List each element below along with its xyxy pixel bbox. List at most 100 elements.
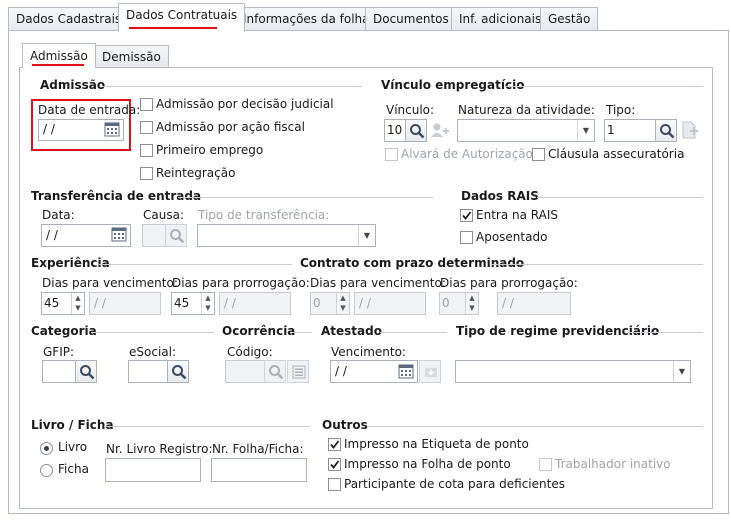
- cota-deficientes-checkbox[interactable]: [328, 478, 341, 491]
- add-document-icon[interactable]: [681, 121, 699, 142]
- search-icon: [269, 365, 284, 380]
- subtab-label: Demissão: [102, 50, 161, 64]
- natureza-label: Natureza da atividade:: [458, 103, 595, 117]
- tipo-value: 1: [607, 123, 615, 137]
- admissao-fiscal-checkbox[interactable]: [140, 121, 153, 134]
- tab-gestao[interactable]: Gestão: [540, 7, 599, 31]
- subtab-demissao[interactable]: Demissão: [94, 45, 169, 67]
- causa-label: Causa:: [143, 208, 184, 222]
- admissao-judicial-label: Admissão por decisão judicial: [156, 97, 334, 111]
- causa-search-button[interactable]: [165, 224, 187, 247]
- tipo-transferencia-select[interactable]: ▼: [197, 224, 376, 247]
- esocial-search-button[interactable]: [167, 360, 189, 383]
- aposentado-label: Aposentado: [476, 230, 548, 244]
- gfip-field[interactable]: [42, 360, 76, 383]
- date-value: / /: [502, 296, 514, 310]
- ficha-radio[interactable]: [40, 464, 53, 477]
- stepper-arrows-icon[interactable]: ▲ ▼: [465, 293, 478, 314]
- exp-venc-label: Dias para vencimento:: [42, 276, 178, 290]
- separator: [102, 86, 362, 87]
- search-icon: [410, 124, 425, 139]
- exp-venc-stepper[interactable]: 45 ▲ ▼: [41, 292, 85, 315]
- exp-prorrog-stepper[interactable]: 45 ▲ ▼: [171, 292, 215, 315]
- alvara-checkbox[interactable]: [385, 148, 398, 161]
- section-title-transferencia: Transferência de entrada: [31, 189, 202, 203]
- tab-label: Informações da folha: [243, 12, 370, 26]
- atestado-venc-label: Vencimento:: [331, 345, 406, 359]
- alvara-label: Alvará de Autorização: [401, 147, 533, 161]
- livro-radio[interactable]: [40, 442, 53, 455]
- entra-rais-checkbox[interactable]: [460, 209, 473, 222]
- calendar-icon[interactable]: [398, 363, 414, 382]
- tipo-search-button[interactable]: [655, 119, 677, 142]
- calendar-icon[interactable]: [111, 226, 127, 245]
- tab-documentos[interactable]: Documentos: [365, 7, 457, 31]
- separator: [628, 332, 703, 333]
- section-title-regime: Tipo de regime previdenciário: [456, 324, 660, 338]
- search-icon: [170, 229, 185, 244]
- vinculo-search-button[interactable]: [405, 119, 427, 142]
- stepper-value: 45: [174, 296, 190, 310]
- contrato-prorrog-date: / /: [497, 292, 571, 315]
- separator: [380, 332, 447, 333]
- causa-field[interactable]: [142, 224, 166, 247]
- gfip-search-button[interactable]: [75, 360, 97, 383]
- admissao-judicial-checkbox[interactable]: [140, 98, 153, 111]
- tab-label: Dados Cadastrais: [16, 12, 122, 26]
- primeiro-emprego-checkbox[interactable]: [140, 144, 153, 157]
- etiqueta-ponto-label: Impresso na Etiqueta de ponto: [344, 437, 529, 451]
- esocial-field[interactable]: [128, 360, 168, 383]
- contrato-prorrog-stepper[interactable]: 0 ▲ ▼: [439, 292, 479, 315]
- chevron-down-icon: ▼: [358, 225, 375, 246]
- separator: [91, 332, 214, 333]
- stepper-arrows-icon[interactable]: ▲ ▼: [201, 293, 214, 314]
- etiqueta-ponto-checkbox[interactable]: [328, 438, 341, 451]
- folha-ponto-checkbox[interactable]: [328, 458, 341, 471]
- section-title-ocorrencia: Ocorrência: [222, 324, 296, 338]
- clausula-label: Cláusula assecuratória: [548, 147, 685, 161]
- natureza-select[interactable]: ▼: [457, 119, 595, 142]
- tab-inf-adicionais[interactable]: Inf. adicionais: [451, 7, 550, 31]
- tipo-transferencia-label: Tipo de transferência:: [198, 208, 330, 222]
- vinculo-value: 10: [387, 123, 403, 137]
- chevron-down-icon: ▼: [577, 120, 594, 141]
- chevron-down-icon: ▼: [673, 361, 690, 382]
- trabalhador-inativo-checkbox[interactable]: [539, 458, 552, 471]
- calendar-icon[interactable]: [104, 121, 120, 140]
- search-icon: [660, 124, 675, 139]
- clausula-checkbox[interactable]: [532, 148, 545, 161]
- vinculo-field[interactable]: 10: [384, 119, 406, 142]
- section-title-livro: Livro / Ficha: [31, 418, 114, 432]
- tab-label: Gestão: [548, 12, 591, 26]
- atestado-add-button[interactable]: [419, 360, 441, 383]
- check-icon: [462, 211, 472, 220]
- check-icon: [330, 460, 340, 469]
- aposentado-checkbox[interactable]: [460, 231, 473, 244]
- nr-livro-field[interactable]: [105, 458, 201, 482]
- separator: [505, 86, 703, 87]
- add-user-icon[interactable]: [430, 122, 450, 141]
- codigo-list-button[interactable]: [287, 360, 309, 383]
- stepper-arrows-icon[interactable]: ▲ ▼: [71, 293, 84, 314]
- add-icon: [425, 368, 437, 377]
- tipo-field[interactable]: 1: [604, 119, 656, 142]
- cota-deficientes-label: Participante de cota para deficientes: [344, 477, 565, 491]
- exp-venc-date: / /: [89, 292, 161, 315]
- section-title-vinculo: Vínculo empregatício: [381, 78, 525, 92]
- nr-folha-field[interactable]: [211, 458, 307, 482]
- tab-label: Documentos: [373, 12, 449, 26]
- reintegracao-checkbox[interactable]: [140, 167, 153, 180]
- regime-select[interactable]: ▼: [455, 360, 691, 383]
- contrato-venc-stepper[interactable]: 0 ▲ ▼: [310, 292, 350, 315]
- tab-informacoes-folha[interactable]: Informações da folha: [235, 7, 378, 31]
- tab-dados-cadastrais[interactable]: Dados Cadastrais: [8, 7, 130, 31]
- codigo-search-button[interactable]: [264, 360, 286, 383]
- separator: [492, 264, 703, 265]
- exp-prorrog-date: / /: [219, 292, 291, 315]
- stepper-arrows-icon[interactable]: ▲ ▼: [336, 293, 349, 314]
- codigo-field[interactable]: [225, 360, 265, 383]
- contrato-prorrog-label: Dias para prorrogação:: [440, 276, 578, 290]
- gfip-label: GFIP:: [43, 345, 75, 359]
- separator: [537, 197, 703, 198]
- separator: [104, 426, 310, 427]
